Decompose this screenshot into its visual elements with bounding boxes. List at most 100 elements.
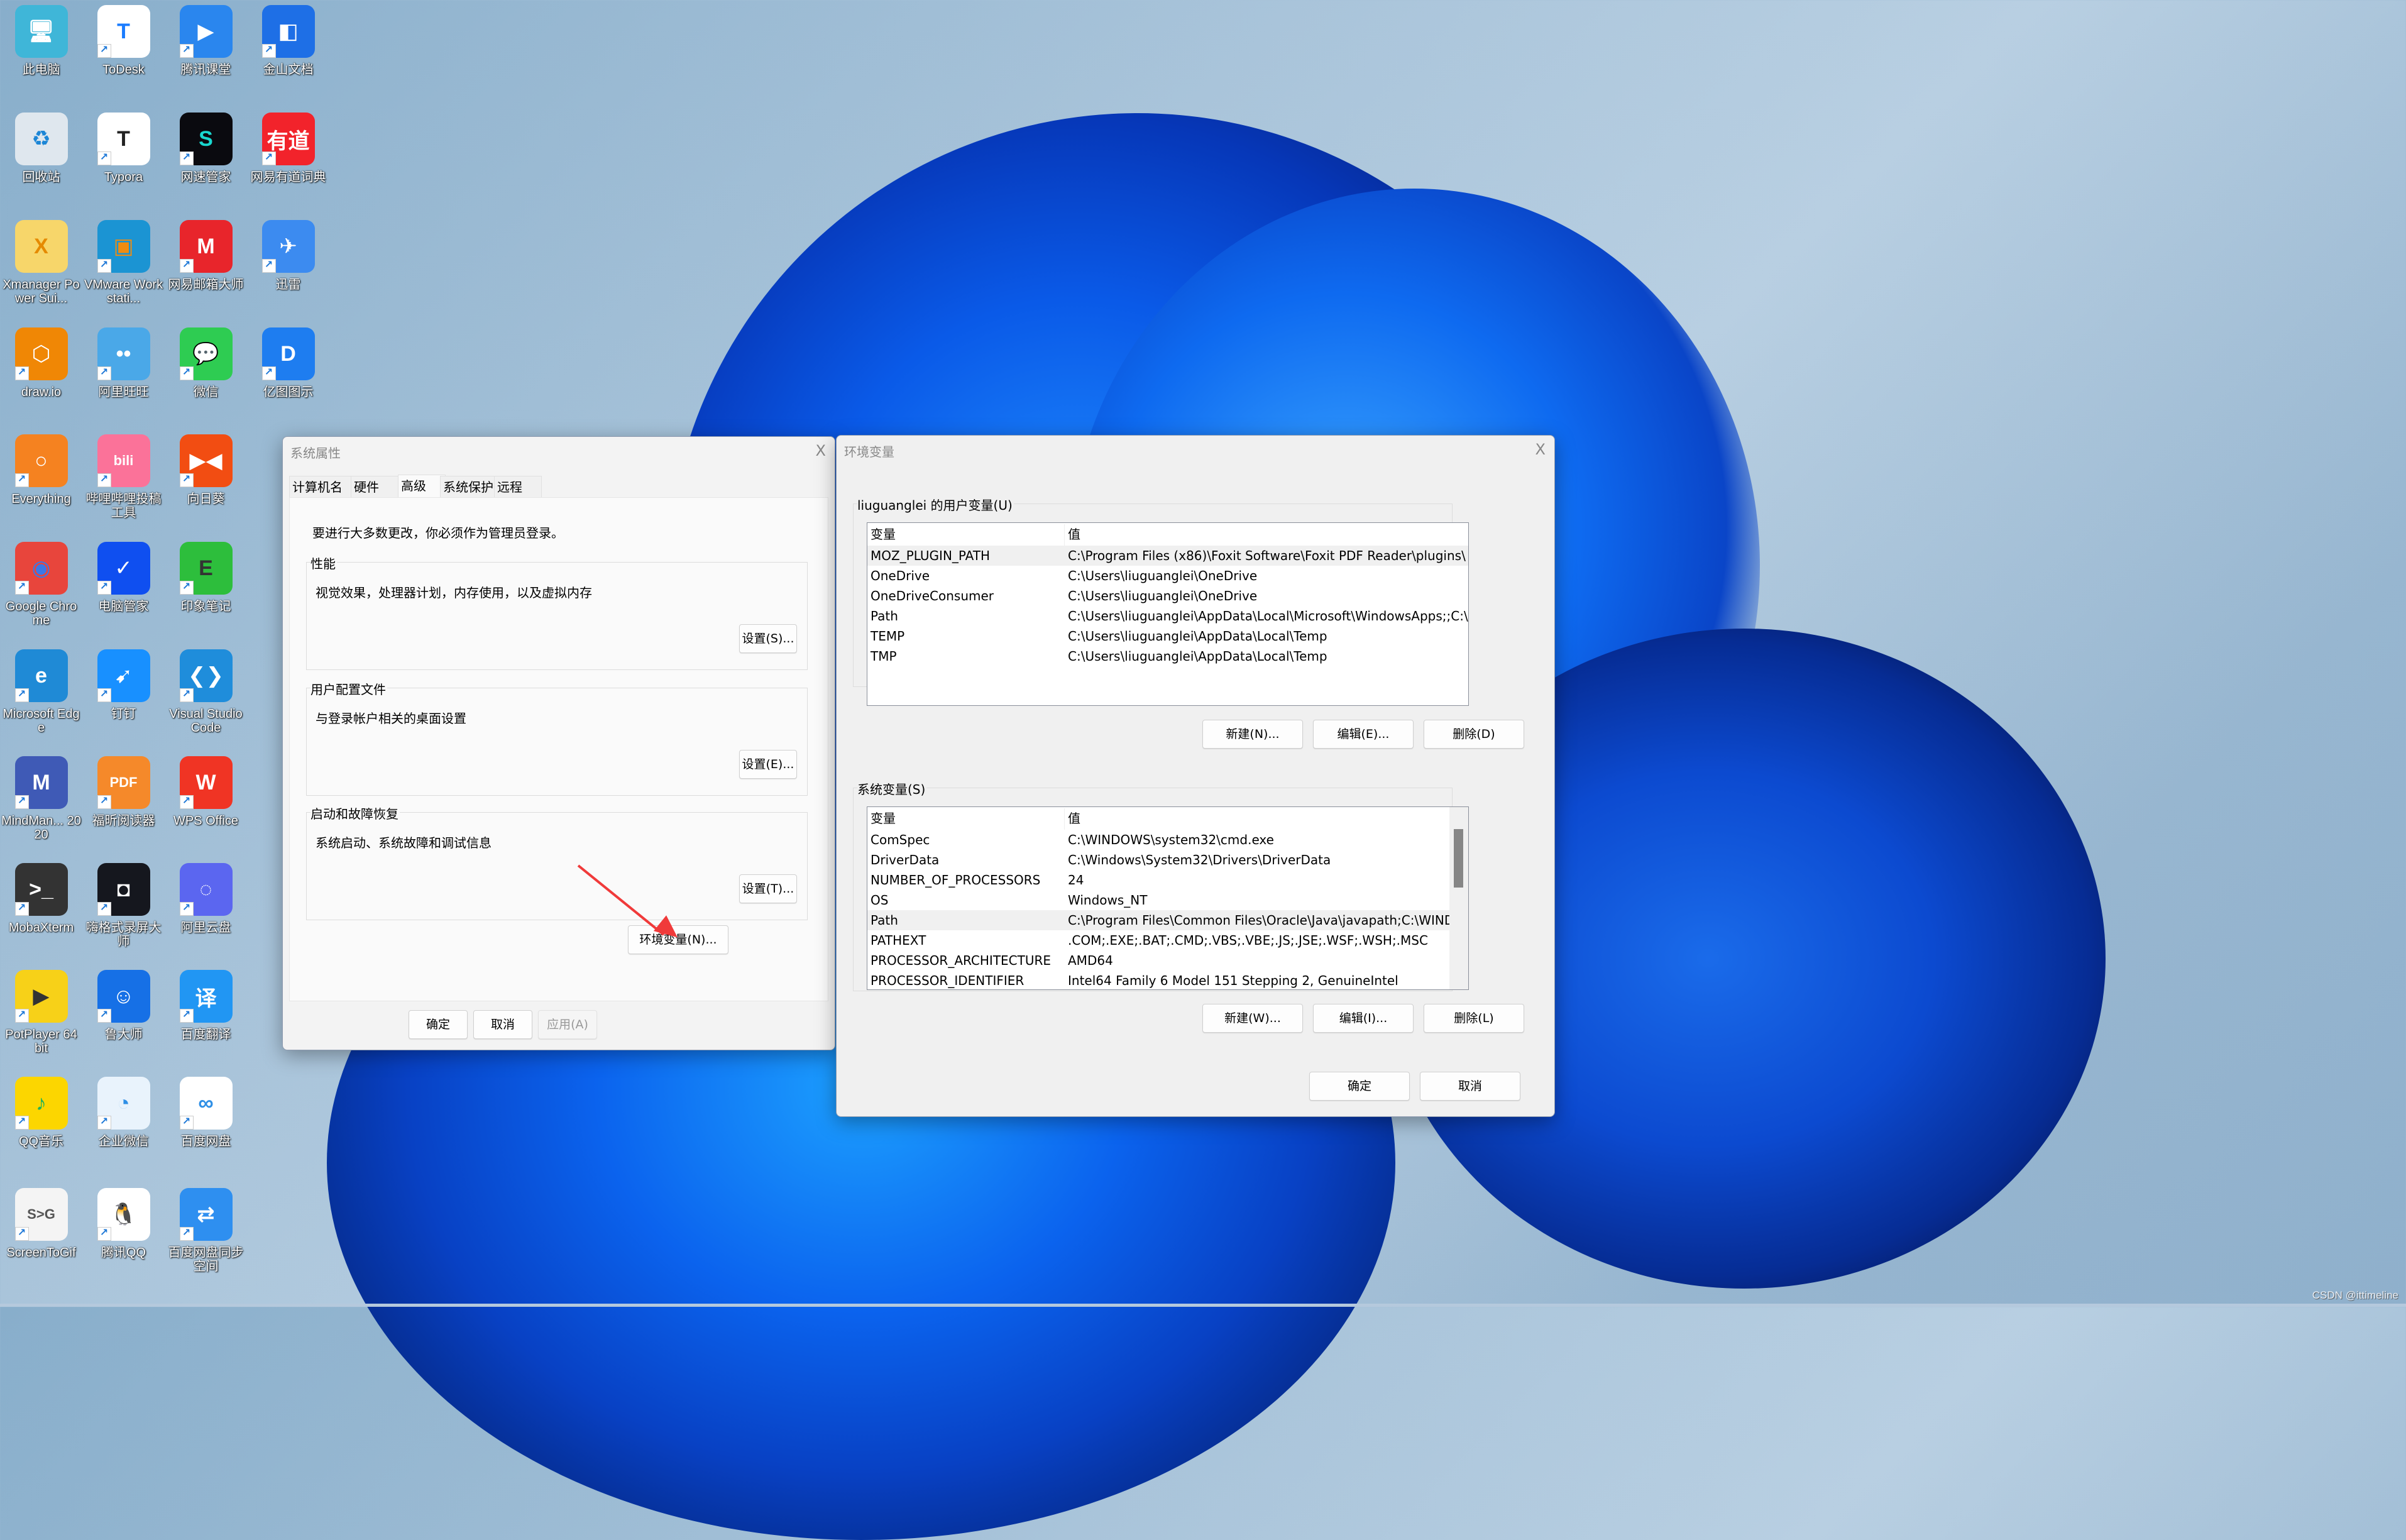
desktop-shortcut[interactable]: ♻ 回收站	[0, 113, 82, 184]
desktop-shortcut[interactable]: S ↗ 网速管家	[165, 113, 247, 184]
ok-button[interactable]: 确定	[1309, 1072, 1410, 1101]
user-profiles-settings-button[interactable]: 设置(E)...	[739, 750, 797, 779]
table-row[interactable]: PATHEXT .COM;.EXE;.BAT;.CMD;.VBS;.VBE;.JS…	[867, 930, 1449, 950]
desktop-shortcut[interactable]: •• ↗ 阿里旺旺	[82, 327, 165, 399]
group-title: 性能	[310, 554, 337, 572]
user-variables-table[interactable]: 变量 值 MOZ_PLUGIN_PATH C:\Program Files (x8…	[867, 522, 1469, 706]
column-header-name[interactable]: 变量	[871, 807, 896, 830]
cancel-button[interactable]: 取消	[473, 1010, 532, 1039]
close-icon[interactable]: X	[1535, 441, 1546, 458]
desktop-shortcut[interactable]: ◔ ↗ 企业微信	[82, 1077, 165, 1148]
column-divider[interactable]	[1064, 524, 1065, 546]
desktop-shortcut[interactable]: ◌ ↗ 阿里云盘	[165, 863, 247, 935]
desktop-shortcut[interactable]: e ↗ Microsoft Edge	[0, 649, 82, 735]
desktop-shortcut[interactable]: D ↗ 亿图图示	[247, 327, 329, 399]
table-row[interactable]: DriverData C:\Windows\System32\Drivers\Dr…	[867, 850, 1449, 870]
tab-remote[interactable]: 远程	[494, 476, 542, 498]
system-variables-table[interactable]: 变量 值 ComSpec C:\WINDOWS\system32\cmd.exe D…	[867, 806, 1469, 990]
desktop-shortcut[interactable]: ◉ ↗ Google Chrome	[0, 542, 82, 627]
desktop-shortcut[interactable]: ♪ ↗ QQ音乐	[0, 1077, 82, 1148]
desktop-shortcut[interactable]: 译 ↗ 百度翻译	[165, 970, 247, 1042]
table-row[interactable]: PROCESSOR_IDENTIFIER Intel64 Family 6 Mod…	[867, 971, 1449, 989]
desktop-shortcut[interactable]: M ↗ 网易邮箱大师	[165, 220, 247, 292]
desktop-shortcut[interactable]: S>G ↗ ScreenToGif	[0, 1188, 82, 1260]
vertical-scrollbar[interactable]	[1449, 807, 1468, 989]
column-header-value[interactable]: 值	[1068, 523, 1080, 546]
desktop-shortcut[interactable]: 有道 ↗ 网易有道词典	[247, 113, 329, 184]
desktop-shortcut[interactable]: ❮❯ ↗ Visual Studio Code	[165, 649, 247, 735]
desktop-shortcut[interactable]: ▶ ↗ PotPlayer 64 bit	[0, 970, 82, 1055]
desktop-shortcut-label: 腾讯QQ	[101, 1246, 146, 1260]
ok-button[interactable]: 确定	[409, 1010, 468, 1039]
variable-name: PROCESSOR_IDENTIFIER	[871, 973, 1024, 988]
desktop-shortcut[interactable]: ▶◀ ↗ 向日葵	[165, 434, 247, 506]
table-row[interactable]: PROCESSOR_ARCHITECTURE AMD64	[867, 950, 1449, 971]
table-row[interactable]: OneDriveConsumer C:\Users\liuguanglei\One…	[867, 586, 1468, 606]
desktop-shortcut[interactable]: PDF ↗ 福昕阅读器	[82, 756, 165, 828]
system-edit-button[interactable]: 编辑(I)...	[1313, 1004, 1414, 1033]
performance-settings-button[interactable]: 设置(S)...	[739, 624, 797, 653]
dialog-title: 系统属性	[290, 446, 341, 461]
desktop-shortcut[interactable]: 💬 ↗ 微信	[165, 327, 247, 399]
desktop-shortcut[interactable]: 🖥 此电脑	[0, 5, 82, 77]
title-bar[interactable]: 系统属性 X	[283, 437, 835, 466]
desktop-shortcut[interactable]: ➹ ↗ 钉钉	[82, 649, 165, 721]
desktop-shortcut[interactable]: ◧ ↗ 金山文档	[247, 5, 329, 77]
app-icon: ▶◀ ↗	[179, 434, 233, 487]
table-row[interactable]: TEMP C:\Users\liuguanglei\AppData\Local\T…	[867, 626, 1468, 646]
shortcut-arrow-icon: ↗	[179, 902, 194, 916]
desktop-shortcut[interactable]: ∞ ↗ 百度网盘	[165, 1077, 247, 1148]
app-icon: ❮❯ ↗	[179, 649, 233, 702]
desktop-shortcut[interactable]: ◘ ↗ 嗨格式录屏大师	[82, 863, 165, 949]
column-header-name[interactable]: 变量	[871, 523, 896, 546]
table-row[interactable]: Path C:\Program Files\Common Files\Oracle…	[867, 910, 1468, 930]
table-row[interactable]: OneDrive C:\Users\liuguanglei\OneDrive	[867, 566, 1468, 586]
user-edit-button[interactable]: 编辑(E)...	[1313, 720, 1414, 749]
user-delete-button[interactable]: 删除(D)	[1424, 720, 1524, 749]
desktop-shortcut[interactable]: ○ ↗ Everything	[0, 434, 82, 506]
desktop-shortcut[interactable]: ✓ ↗ 电脑管家	[82, 542, 165, 613]
tab-computer-name[interactable]: 计算机名	[289, 476, 357, 498]
table-row[interactable]: ComSpec C:\WINDOWS\system32\cmd.exe	[867, 830, 1449, 850]
system-new-button[interactable]: 新建(W)...	[1202, 1004, 1303, 1033]
title-bar[interactable]: 环境变量 X	[837, 436, 1554, 465]
close-icon[interactable]: X	[816, 442, 826, 459]
table-row[interactable]: MOZ_PLUGIN_PATH C:\Program Files (x86)\Fo…	[867, 546, 1468, 566]
app-glyph: PDF	[109, 774, 138, 790]
desktop-shortcut[interactable]: ▣ ↗ VMware Workstati...	[82, 220, 165, 305]
table-row[interactable]: NUMBER_OF_PROCESSORS 24	[867, 870, 1449, 890]
tab-advanced[interactable]: 高级	[398, 475, 446, 498]
desktop-shortcut[interactable]: X Xmanager Power Sui...	[0, 220, 82, 305]
desktop-shortcut[interactable]: M ↗ MindMan... 2020	[0, 756, 82, 842]
app-glyph: ◔	[117, 1091, 130, 1115]
desktop-shortcut[interactable]: ⇄ ↗ 百度网盘同步空间	[165, 1188, 247, 1273]
app-icon: >_ ↗	[14, 863, 68, 916]
app-glyph: ◌	[199, 877, 212, 901]
desktop-shortcut[interactable]: T ↗ Typora	[82, 113, 165, 184]
column-divider[interactable]	[1064, 808, 1065, 830]
desktop-shortcut[interactable]: W ↗ WPS Office	[165, 756, 247, 828]
table-row[interactable]: TMP C:\Users\liuguanglei\AppData\Local\Te…	[867, 646, 1468, 666]
desktop-shortcut[interactable]: T ↗ ToDesk	[82, 5, 165, 77]
desktop-shortcut[interactable]: ⬡ ↗ draw.io	[0, 327, 82, 399]
scrollbar-thumb[interactable]	[1454, 828, 1463, 888]
system-delete-button[interactable]: 删除(L)	[1424, 1004, 1524, 1033]
startup-recovery-settings-button[interactable]: 设置(T)...	[739, 874, 797, 903]
desktop-shortcut[interactable]: >_ ↗ MobaXterm	[0, 863, 82, 935]
table-row[interactable]: OS Windows_NT	[867, 890, 1449, 910]
desktop-shortcut[interactable]: ✈ ↗ 迅雷	[247, 220, 329, 292]
desktop-shortcut[interactable]: ☺ ↗ 鲁大师	[82, 970, 165, 1042]
column-header-value[interactable]: 值	[1068, 807, 1080, 830]
tab-system-protection[interactable]: 系统保护	[440, 476, 500, 498]
desktop-shortcut[interactable]: 🐧 ↗ 腾讯QQ	[82, 1188, 165, 1260]
cancel-button[interactable]: 取消	[1420, 1072, 1520, 1101]
desktop-shortcut[interactable]: bili ↗ 哔哩哔哩投稿工具	[82, 434, 165, 520]
desktop-shortcut[interactable]: E ↗ 印象笔记	[165, 542, 247, 613]
table-row[interactable]: Path C:\Users\liuguanglei\AppData\Local\M…	[867, 606, 1468, 626]
desktop-shortcut[interactable]: ▶ ↗ 腾讯课堂	[165, 5, 247, 77]
user-new-button[interactable]: 新建(N)...	[1202, 720, 1303, 749]
app-glyph: ○	[35, 448, 48, 473]
tab-hardware[interactable]: 硬件	[351, 476, 398, 498]
shortcut-arrow-icon: ↗	[179, 259, 194, 273]
apply-button[interactable]: 应用(A)	[538, 1010, 597, 1039]
